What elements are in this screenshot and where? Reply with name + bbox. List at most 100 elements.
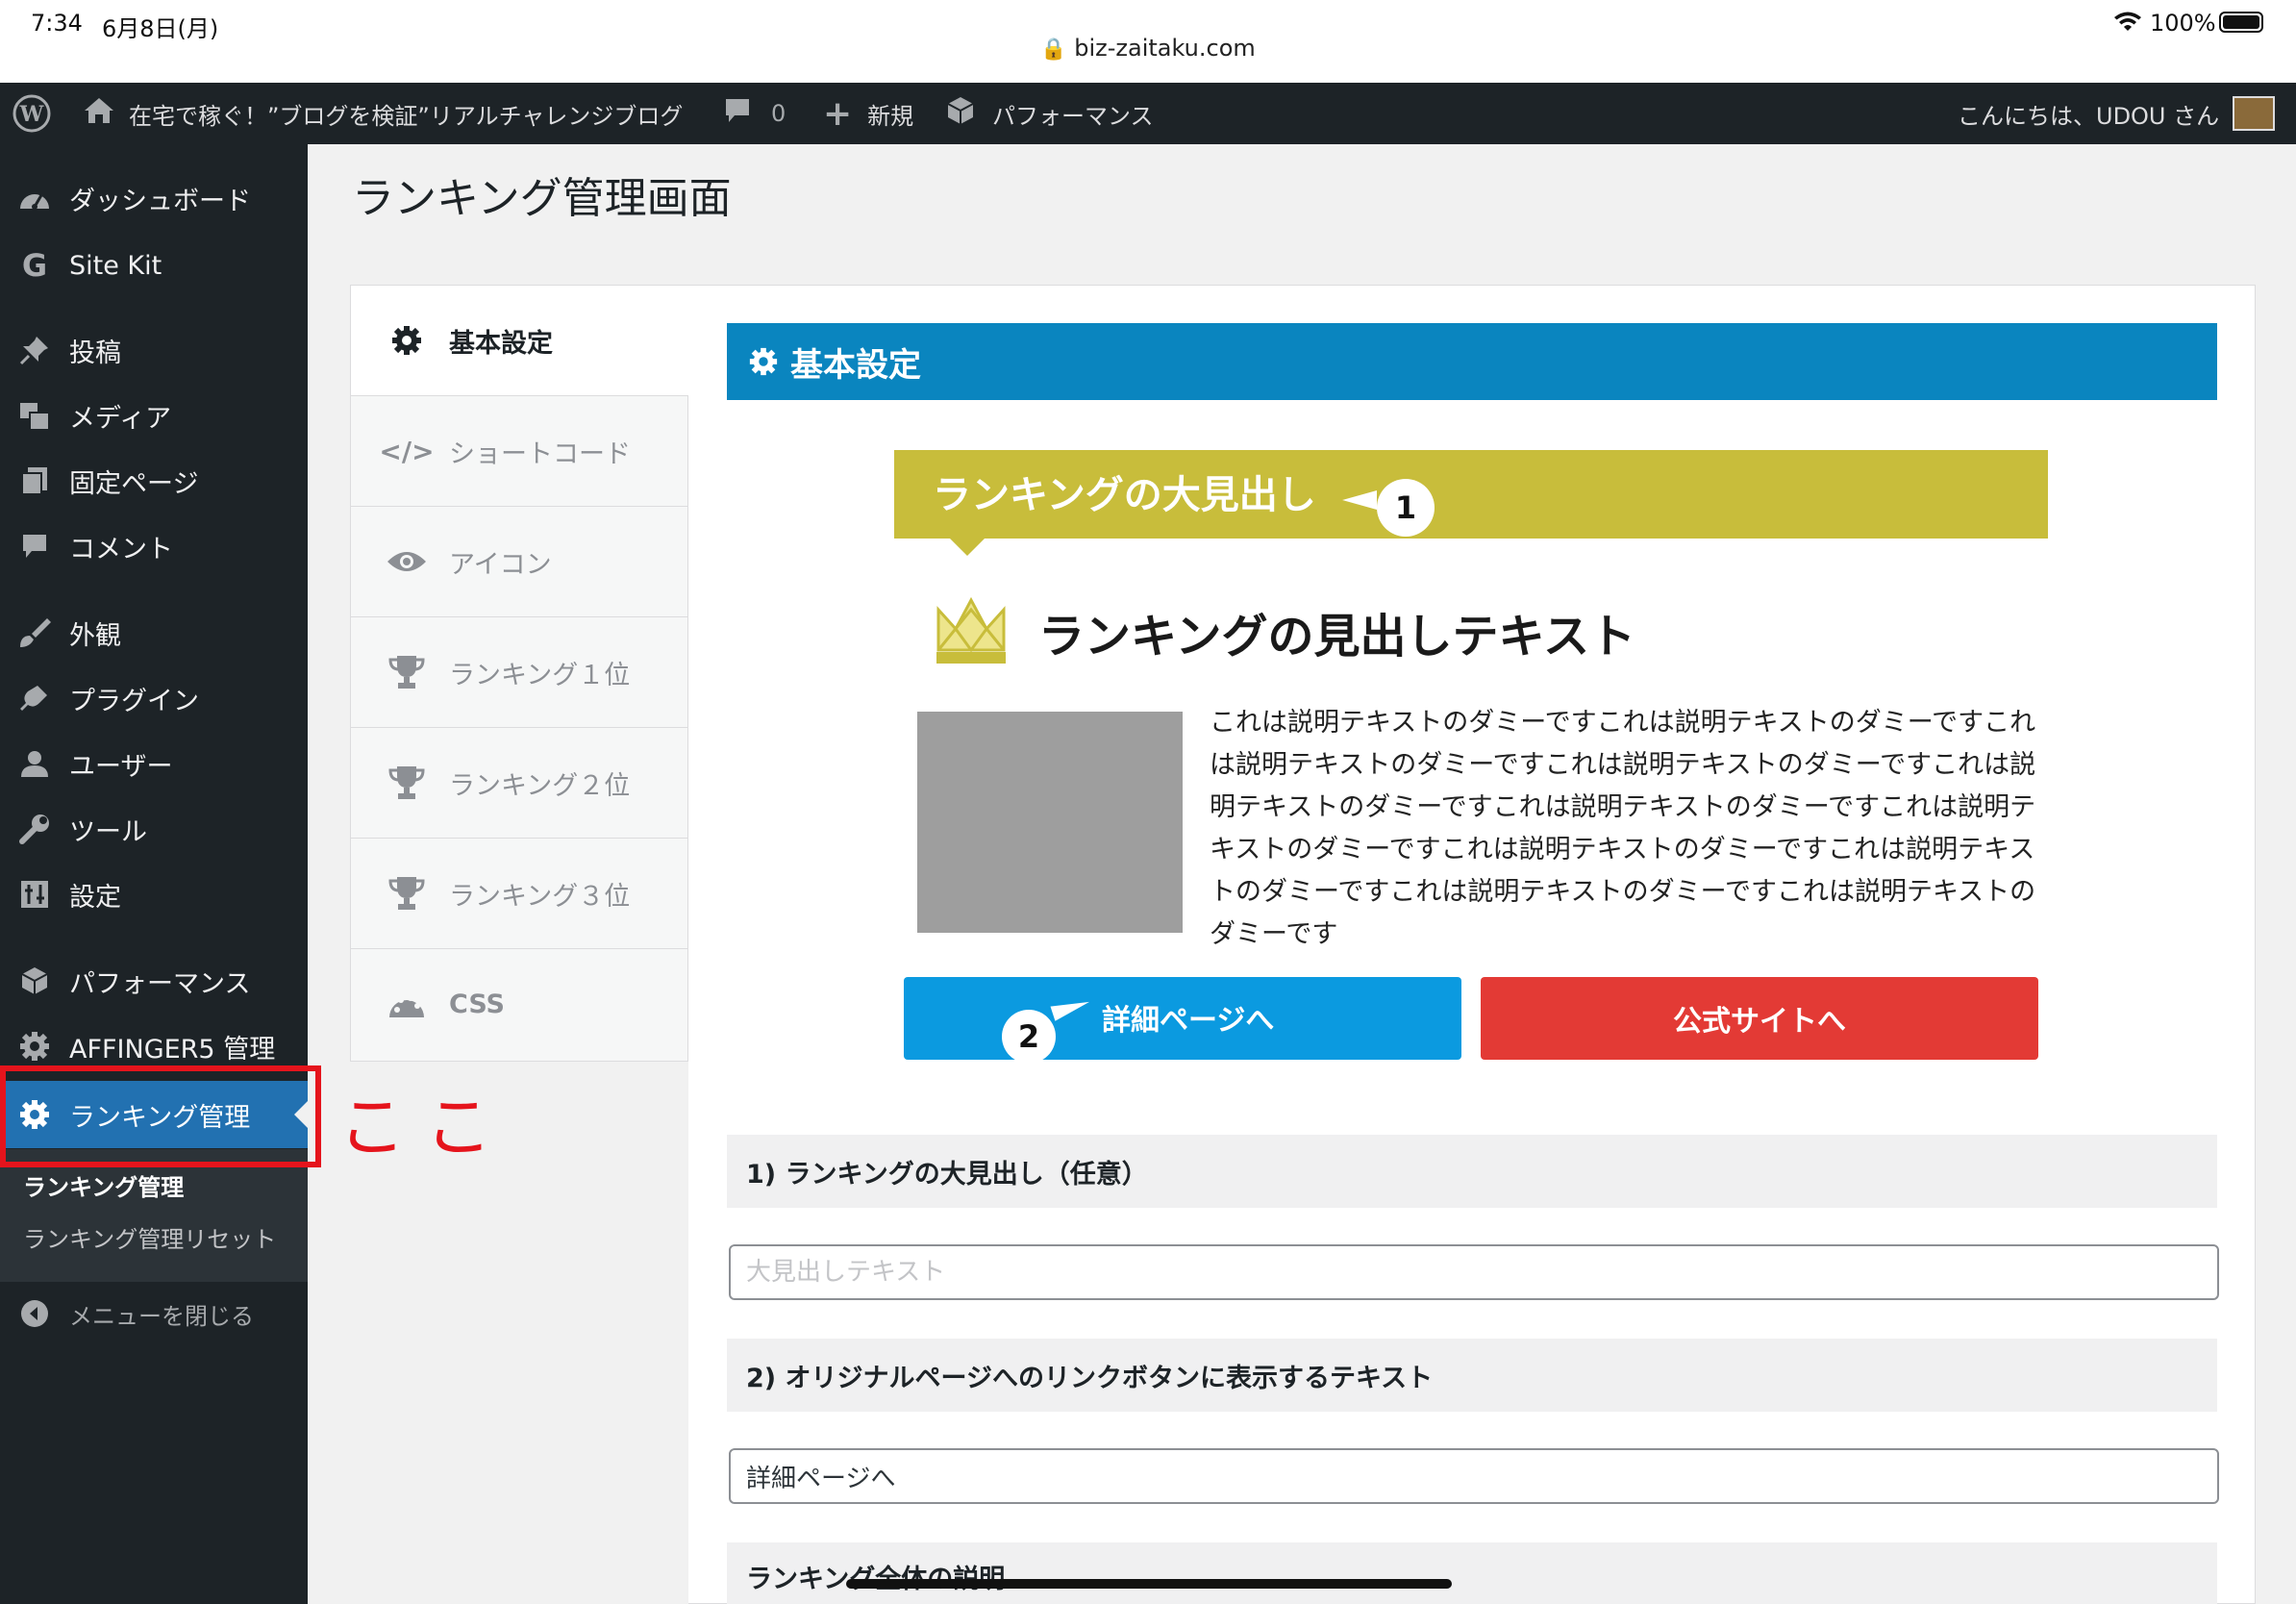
dashboard-icon	[17, 181, 52, 215]
sidebar-item-label: ユーザー	[69, 751, 173, 782]
gear-icon	[17, 1029, 52, 1064]
tab-label: ショートコード	[449, 439, 631, 469]
performance-icon	[17, 964, 52, 998]
sidebar-item-site-kit[interactable]: G Site Kit	[0, 237, 308, 294]
admin-bar-performance[interactable]: パフォーマンス	[944, 83, 1154, 144]
preview-heading: ランキングの見出しテキスト	[1038, 610, 1636, 664]
link-button-text-input[interactable]	[729, 1448, 2219, 1504]
battery-percent: 100%	[2150, 10, 2216, 37]
callout-badge-2: 2	[1002, 1010, 1056, 1064]
plugin-icon	[17, 681, 52, 715]
sidebar-item-performance[interactable]: パフォーマンス	[0, 952, 308, 1010]
media-icon	[17, 398, 52, 433]
ranking-submenu: ランキング管理 ランキング管理リセット	[0, 1149, 308, 1282]
tab-basic-settings[interactable]: 基本設定	[351, 286, 689, 396]
tab-label: 基本設定	[449, 328, 553, 359]
tab-css[interactable]: CSS	[351, 949, 689, 1060]
trophy-icon	[386, 651, 428, 693]
submenu-ranking-reset[interactable]: ランキング管理リセット	[23, 1220, 276, 1254]
sidebar-item-label: メディア	[69, 403, 172, 434]
performance-icon	[944, 94, 977, 133]
trophy-icon	[386, 872, 428, 915]
sidebar-item-label: 固定ページ	[69, 468, 199, 499]
badge-pointer	[1342, 490, 1377, 510]
settings-tabs: 基本設定 </> ショートコード アイコン ランキング１位 ランキング２位 ラン…	[350, 285, 689, 1062]
admin-bar-site[interactable]: 在宅で稼ぐ！”ブログを検証”リアルチャレンジブログ	[83, 83, 683, 144]
sidebar-item-appearance[interactable]: 外観	[0, 604, 308, 662]
admin-bar-comments[interactable]: 0	[723, 83, 786, 144]
sidebar-item-tools[interactable]: ツール	[0, 800, 308, 858]
tab-icon[interactable]: アイコン	[351, 507, 689, 617]
new-label: 新規	[867, 102, 914, 130]
lock-icon: 🔒	[1040, 38, 1067, 62]
sidebar-item-label: コメント	[69, 534, 173, 564]
greeting: こんにちは、UDOU さん	[1958, 102, 2220, 130]
avatar	[2233, 96, 2276, 131]
sidebar-item-label: ツール	[69, 816, 147, 847]
wrench-icon	[17, 812, 52, 846]
svg-text:W: W	[19, 102, 44, 127]
google-g-icon: G	[21, 247, 48, 284]
preview-detail-button[interactable]: 詳細ページへ	[904, 977, 1461, 1060]
field-label-overall-description: ランキング全体の説明	[727, 1542, 2217, 1604]
eye-icon	[386, 540, 428, 583]
page-title: ランキング管理画面	[352, 174, 732, 223]
preview-official-button[interactable]: 公式サイトへ	[1481, 977, 2038, 1060]
sidebar-item-label: Site Kit	[69, 250, 162, 281]
settings-icon	[17, 877, 52, 912]
pin-icon	[17, 333, 52, 367]
tab-label: CSS	[449, 990, 505, 1019]
sidebar-item-label: プラグイン	[69, 686, 199, 716]
url-text: biz-zaitaku.com	[1074, 35, 1256, 62]
collapse-arrow-icon	[17, 1296, 52, 1331]
ios-status-bar: 7:34 6月8日(月) 100% 🔒 biz-zaitaku.com	[0, 0, 2296, 83]
crown-icon	[933, 596, 1010, 669]
brush-icon	[17, 615, 52, 650]
sidebar-item-pages[interactable]: 固定ページ	[0, 452, 308, 510]
sidebar-item-media[interactable]: メディア	[0, 387, 308, 444]
wifi-icon	[2113, 12, 2142, 37]
sidebar-item-users[interactable]: ユーザー	[0, 735, 308, 792]
admin-sidebar: ダッシュボード G Site Kit 投稿 メディア 固定ページ コメント 外観…	[0, 144, 308, 1604]
wordpress-logo-icon[interactable]: W	[12, 83, 52, 144]
admin-bar-new[interactable]: + 新規	[823, 83, 913, 144]
callout-badge-1: 1	[1377, 479, 1435, 537]
sidebar-item-plugins[interactable]: プラグイン	[0, 669, 308, 727]
main-heading-input[interactable]	[729, 1244, 2219, 1300]
tab-ranking-2[interactable]: ランキング２位	[351, 728, 689, 839]
preview-image-placeholder	[917, 712, 1183, 933]
sidebar-item-comments[interactable]: コメント	[0, 517, 308, 575]
official-button-label: 公式サイトへ	[1673, 1005, 1846, 1039]
tab-shortcode[interactable]: </> ショートコード	[351, 396, 689, 507]
plus-icon: +	[823, 93, 853, 134]
admin-bar-account[interactable]: こんにちは、UDOU さん	[1958, 83, 2276, 144]
sidebar-item-dashboard[interactable]: ダッシュボード	[0, 169, 308, 227]
sidebar-item-label: ダッシュボード	[69, 186, 251, 216]
tab-ranking-1[interactable]: ランキング１位	[351, 617, 689, 728]
collapse-menu-button[interactable]: メニューを閉じる	[0, 1285, 308, 1342]
home-indicator[interactable]	[846, 1579, 1452, 1589]
admin-bar: W 在宅で稼ぐ！”ブログを検証”リアルチャレンジブログ 0 + 新規 パフォーマ…	[0, 83, 2296, 144]
user-icon	[17, 746, 52, 781]
panel-header-label: 基本設定	[790, 345, 921, 385]
sidebar-item-label: 設定	[69, 882, 121, 913]
url-bar[interactable]: 🔒 biz-zaitaku.com	[0, 35, 2296, 62]
battery-icon	[2219, 12, 2263, 33]
preview-description: これは説明テキストのダミーですこれは説明テキストのダミーですこれは説明テキストの…	[1210, 708, 2036, 949]
site-name: 在宅で稼ぐ！”ブログを検証”リアルチャレンジブログ	[129, 102, 684, 130]
tab-label: ランキング２位	[449, 770, 631, 801]
annotation-highlight-box	[0, 1065, 321, 1167]
panel-header: 基本設定	[727, 323, 2217, 400]
sidebar-item-label: AFFINGER5 管理	[69, 1034, 276, 1065]
sidebar-item-settings[interactable]: 設定	[0, 865, 308, 923]
pages-icon	[17, 464, 52, 498]
sidebar-item-posts[interactable]: 投稿	[0, 321, 308, 379]
submenu-ranking-manage[interactable]: ランキング管理	[23, 1168, 184, 1202]
home-icon	[83, 96, 115, 131]
tab-ranking-3[interactable]: ランキング３位	[351, 839, 689, 949]
comment-icon	[723, 96, 752, 131]
collapse-label: メニューを閉じる	[69, 1302, 254, 1330]
tab-label: アイコン	[449, 549, 552, 580]
field-label-main-heading: 1) ランキングの大見出し（任意）	[727, 1135, 2217, 1208]
trophy-icon	[386, 762, 428, 804]
